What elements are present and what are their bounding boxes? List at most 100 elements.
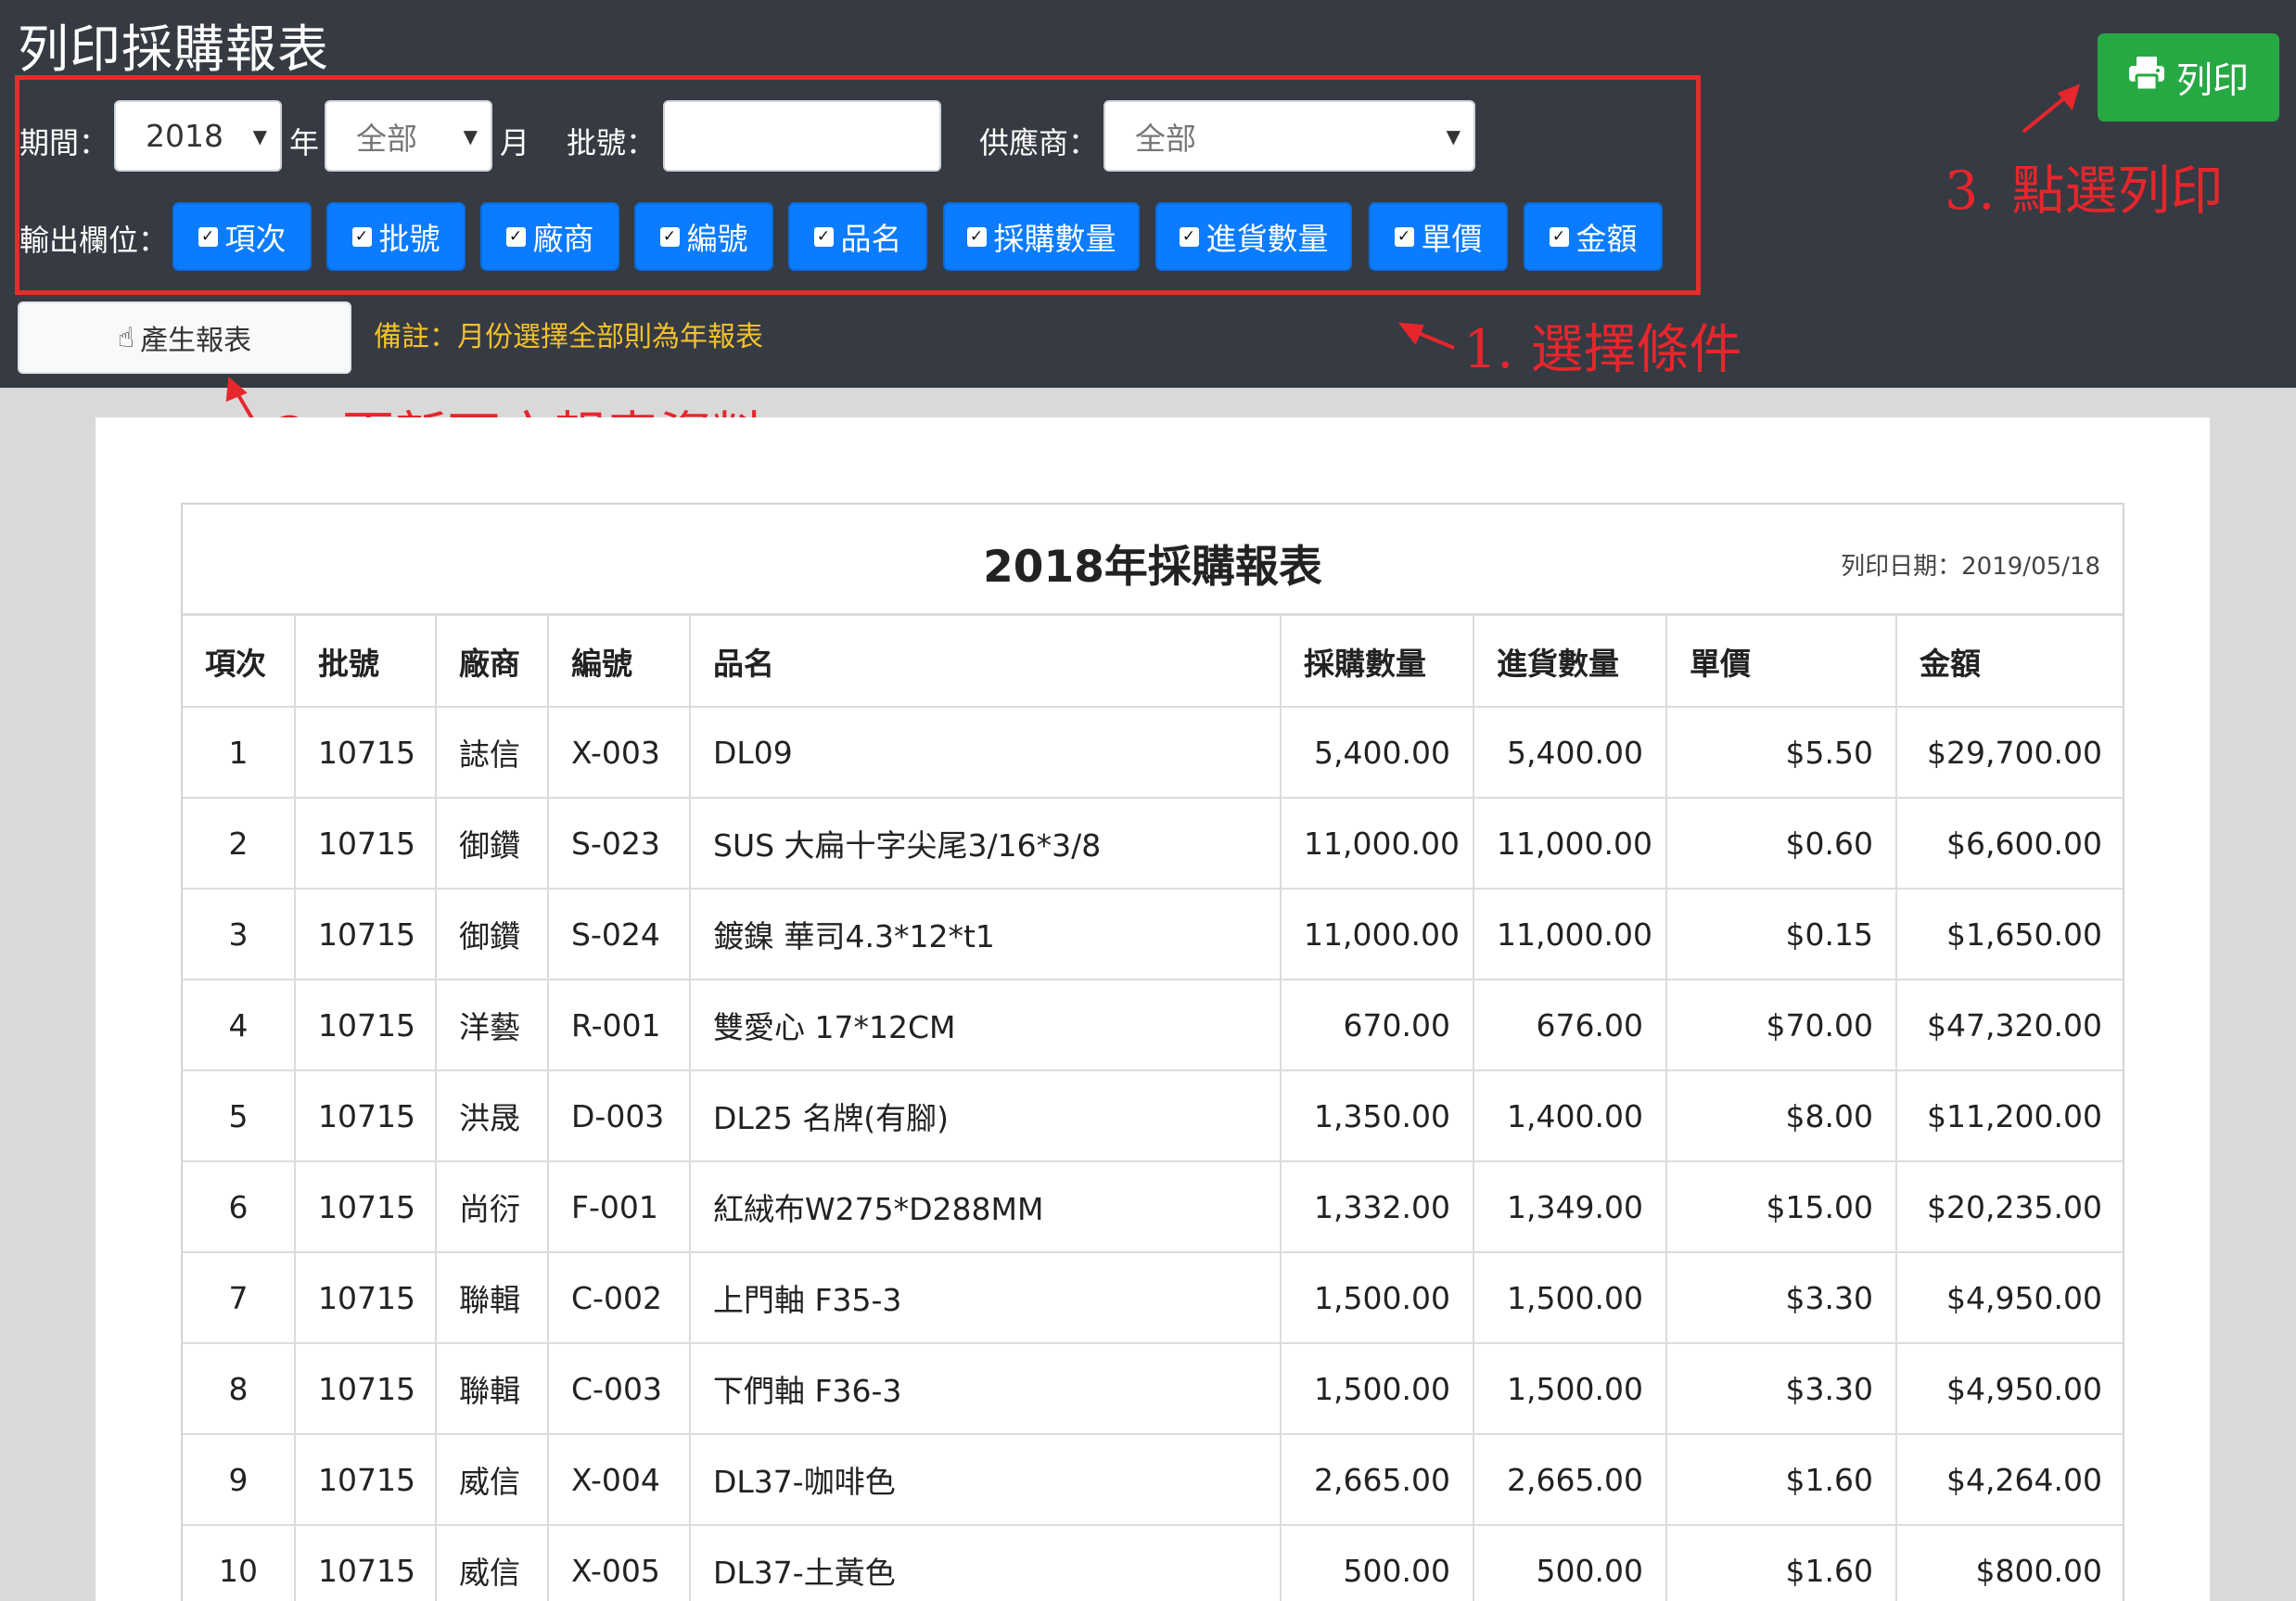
table-row: 6 10715 尚衍 F-001 紅絨布W275*D288MM 1,332.00 1,349… xyxy=(183,1160,2123,1253)
table-cell: $5.50 xyxy=(1665,706,1897,799)
table-row: 1 10715 誌信 X-003 DL09 5,400.00 5,400.00 $5.50 $2… xyxy=(183,706,2123,799)
table-cell: DL25 名牌(有腳) xyxy=(689,1069,1282,1162)
table-cell: $4,950.00 xyxy=(1895,1342,2123,1435)
column-header: 品名 xyxy=(689,616,1282,708)
table-cell: 御鑽 xyxy=(435,797,549,890)
table-cell: 1,500.00 xyxy=(1280,1251,1474,1344)
table-row: 7 10715 聯輯 C-002 上門軸 F35-3 1,500.00 1,500.00 $3… xyxy=(183,1251,2123,1344)
table-cell: 3 xyxy=(183,888,296,980)
annotation-arrow-3 xyxy=(2022,92,2072,134)
table-cell: $4,950.00 xyxy=(1895,1251,2123,1344)
table-header-row: 項次 批號 廠商 編號 品名 採購數量 進貨數量 單價 金額 xyxy=(183,616,2123,708)
table-cell: $11,200.00 xyxy=(1895,1069,2123,1162)
table-row: 10 10715 威信 X-005 DL37-土黃色 500.00 500.00 $1.60 $… xyxy=(183,1524,2123,1601)
table-row: 8 10715 聯輯 C-003 下們軸 F36-3 1,500.00 1,500.00 $3… xyxy=(183,1342,2123,1435)
annotation-arrowhead-2 xyxy=(225,376,248,403)
table-cell: 8 xyxy=(183,1342,296,1435)
table-cell: 尚衍 xyxy=(435,1160,549,1253)
table-cell: 10715 xyxy=(294,1342,437,1435)
table-cell: 10715 xyxy=(294,979,437,1071)
table-cell: X-004 xyxy=(547,1433,691,1526)
table-cell: 5 xyxy=(183,1069,296,1162)
table-cell: 1,350.00 xyxy=(1280,1069,1474,1162)
table-cell: S-023 xyxy=(547,797,691,890)
table-cell: $47,320.00 xyxy=(1895,979,2123,1071)
table-cell: 雙愛心 17*12CM xyxy=(689,979,1282,1071)
table-cell: 1,500.00 xyxy=(1473,1342,1667,1435)
report-table-body: 1 10715 誌信 X-003 DL09 5,400.00 5,400.00 $5.50 $2… xyxy=(183,706,2123,1601)
table-cell: 10715 xyxy=(294,1524,437,1601)
table-cell: 2,665.00 xyxy=(1280,1433,1474,1526)
table-cell: 5,400.00 xyxy=(1280,706,1474,799)
table-cell: 1 xyxy=(183,706,296,799)
table-cell: 676.00 xyxy=(1473,979,1667,1071)
table-cell: $0.60 xyxy=(1665,797,1897,890)
table-row: 5 10715 洪晟 D-003 DL25 名牌(有腳) 1,350.00 1,400.00… xyxy=(183,1069,2123,1162)
table-cell: $29,700.00 xyxy=(1895,706,2123,799)
annotation-arrowhead-1 xyxy=(1397,322,1424,345)
table-cell: 1,400.00 xyxy=(1473,1069,1667,1162)
table-cell: X-003 xyxy=(547,706,691,799)
table-row: 3 10715 御鑽 S-024 鍍鎳 華司4.3*12*t1 11,000.00 11,0… xyxy=(183,888,2123,980)
column-header: 進貨數量 xyxy=(1473,616,1667,708)
table-cell: 1,500.00 xyxy=(1280,1342,1474,1435)
table-cell: 10715 xyxy=(294,1160,437,1253)
table-cell: 10715 xyxy=(294,1069,437,1162)
column-header: 項次 xyxy=(183,616,296,708)
table-cell: $6,600.00 xyxy=(1895,797,2123,890)
table-cell: $0.15 xyxy=(1665,888,1897,980)
table-row: 4 10715 洋藝 R-001 雙愛心 17*12CM 670.00 676.00 $70.… xyxy=(183,979,2123,1071)
column-header: 單價 xyxy=(1665,616,1897,708)
column-header: 金額 xyxy=(1895,616,2123,708)
column-header: 廠商 xyxy=(435,616,549,708)
table-cell: S-024 xyxy=(547,888,691,980)
table-cell: 上門軸 F35-3 xyxy=(689,1251,1282,1344)
report-sheet: 2018年採購報表 列印日期：2019/05/18 項次 批號 廠商 編號 品名… xyxy=(96,417,2210,1601)
table-cell: 7 xyxy=(183,1251,296,1344)
table-cell: 鍍鎳 華司4.3*12*t1 xyxy=(689,888,1282,980)
table-cell: 11,000.00 xyxy=(1473,797,1667,890)
table-cell: $4,264.00 xyxy=(1895,1433,2123,1526)
table-cell: 5,400.00 xyxy=(1473,706,1667,799)
report-print-date: 列印日期：2019/05/18 xyxy=(1841,553,2100,581)
table-cell: DL37-咖啡色 xyxy=(689,1433,1282,1526)
table-cell: 聯輯 xyxy=(435,1251,549,1344)
table-cell: DL37-土黃色 xyxy=(689,1524,1282,1601)
report-header: 2018年採購報表 列印日期：2019/05/18 xyxy=(183,505,2123,616)
table-cell: 誌信 xyxy=(435,706,549,799)
table-cell: 6 xyxy=(183,1160,296,1253)
table-cell: 御鑽 xyxy=(435,888,549,980)
table-cell: C-002 xyxy=(547,1251,691,1344)
report: 2018年採購報表 列印日期：2019/05/18 項次 批號 廠商 編號 品名… xyxy=(181,503,2124,1601)
table-cell: 10715 xyxy=(294,797,437,890)
table-cell: $20,235.00 xyxy=(1895,1160,2123,1253)
table-cell: 10715 xyxy=(294,888,437,980)
table-cell: SUS 大扁十字尖尾3/16*3/8 xyxy=(689,797,1282,890)
table-row: 2 10715 御鑽 S-023 SUS 大扁十字尖尾3/16*3/8 11,000.00… xyxy=(183,797,2123,890)
table-cell: R-001 xyxy=(547,979,691,1071)
table-cell: X-005 xyxy=(547,1524,691,1601)
table-cell: 聯輯 xyxy=(435,1342,549,1435)
table-cell: 1,349.00 xyxy=(1473,1160,1667,1253)
table-cell: 洪晟 xyxy=(435,1069,549,1162)
column-header: 編號 xyxy=(547,616,691,708)
table-cell: D-003 xyxy=(547,1069,691,1162)
table-cell: DL09 xyxy=(689,706,1282,799)
table-cell: $8.00 xyxy=(1665,1069,1897,1162)
table-cell: 1,332.00 xyxy=(1280,1160,1474,1253)
table-cell: 10 xyxy=(183,1524,296,1601)
table-cell: 10715 xyxy=(294,1433,437,1526)
annotation-arrowhead-3 xyxy=(2057,83,2081,111)
table-cell: 2 xyxy=(183,797,296,890)
table-cell: $1.60 xyxy=(1665,1433,1897,1526)
table-cell: 洋藝 xyxy=(435,979,549,1071)
table-cell: $800.00 xyxy=(1895,1524,2123,1601)
table-cell: 4 xyxy=(183,979,296,1071)
table-cell: $3.30 xyxy=(1665,1342,1897,1435)
table-cell: 下們軸 F36-3 xyxy=(689,1342,1282,1435)
table-cell: 威信 xyxy=(435,1433,549,1526)
column-header: 採購數量 xyxy=(1280,616,1474,708)
table-cell: 11,000.00 xyxy=(1280,797,1474,890)
table-cell: $1,650.00 xyxy=(1895,888,2123,980)
table-row: 9 10715 威信 X-004 DL37-咖啡色 2,665.00 2,665.00 $1.… xyxy=(183,1433,2123,1526)
